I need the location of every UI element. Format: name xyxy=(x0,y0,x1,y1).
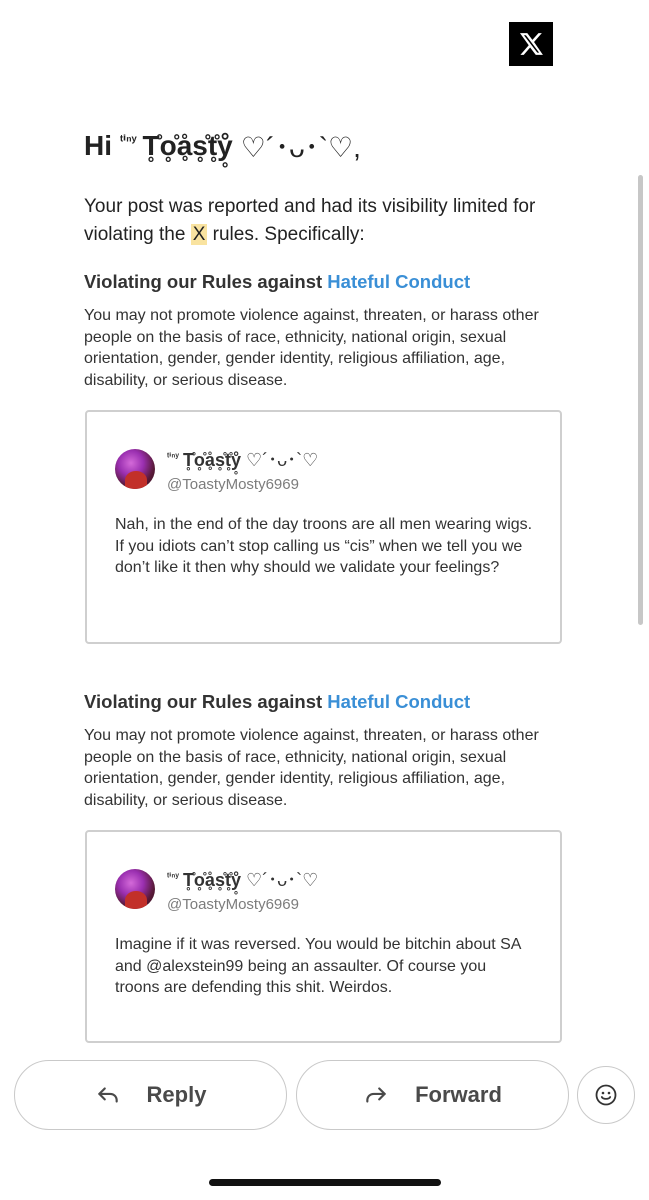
hateful-conduct-link[interactable]: Hateful Conduct xyxy=(327,691,470,712)
x-logo-icon xyxy=(509,22,553,66)
x-logo-glyph xyxy=(519,33,543,55)
violation-title-prefix: Violating our Rules against xyxy=(84,691,328,712)
greeting-name-sup: ᵗⁱⁿʸ xyxy=(120,132,137,148)
post-author-sup: ᵗⁱⁿʸ xyxy=(167,872,179,883)
intro-text: Your post was reported and had its visib… xyxy=(84,193,574,249)
post-body: Imagine if it was reversed. You would be… xyxy=(115,936,521,996)
greeting-heading: Hi ᵗⁱⁿʸ T̥̊o̥̊ḁ̊s̥̊t̥̊ẙ̥ ♡´･ᴗ･`♡, xyxy=(84,118,604,174)
post-author-handle: @ToastyMosty6969 xyxy=(167,896,299,913)
emoji-reaction-button[interactable] xyxy=(577,1066,635,1124)
violation-title: Violating our Rules against Hateful Cond… xyxy=(84,271,604,293)
forward-label: Forward xyxy=(415,1082,502,1107)
violation-title: Violating our Rules against Hateful Cond… xyxy=(84,691,604,713)
reply-button[interactable]: Reply xyxy=(14,1060,287,1130)
scrollbar[interactable] xyxy=(638,175,643,625)
reply-arrow-icon xyxy=(97,1087,118,1103)
smiley-icon xyxy=(595,1084,617,1106)
greeting-name: ᵗⁱⁿʸ T̥̊o̥̊ḁ̊s̥̊t̥̊ẙ̥ xyxy=(120,130,233,162)
forward-arrow-icon xyxy=(366,1087,386,1103)
avatar xyxy=(115,869,155,909)
post-author-handle: @ToastyMosty6969 xyxy=(167,476,299,493)
rule-description: You may not promote violence against, th… xyxy=(84,307,539,389)
reported-post-card[interactable]: ᵗⁱⁿʸ T̥̊o̥̊ḁ̊s̥̊t̥̊ẙ̥ ♡´･ᴗ･`♡ @ToastyMost… xyxy=(85,830,562,1043)
greeting-hi: Hi xyxy=(84,130,112,161)
forward-button[interactable]: Forward xyxy=(296,1060,569,1130)
post-author-text: T̥̊o̥̊ḁ̊s̥̊t̥̊ẙ̥ xyxy=(182,870,241,890)
avatar xyxy=(115,449,155,489)
post-author-text: T̥̊o̥̊ḁ̊s̥̊t̥̊ẙ̥ xyxy=(182,450,241,470)
post-author-name: ᵗⁱⁿʸ T̥̊o̥̊ḁ̊s̥̊t̥̊ẙ̥ ♡´･ᴗ･`♡ xyxy=(167,866,318,892)
hateful-conduct-link[interactable]: Hateful Conduct xyxy=(327,271,470,292)
intro-after: rules. Specifically: xyxy=(207,224,365,245)
intro-x-highlight: X xyxy=(190,224,208,245)
greeting-name-text: T̥̊o̥̊ḁ̊s̥̊t̥̊ẙ̥ xyxy=(142,130,233,161)
rule-description: You may not promote violence against, th… xyxy=(84,727,539,809)
violation-title-prefix: Violating our Rules against xyxy=(84,271,328,292)
post-author-hearts: ♡´･ᴗ･`♡ xyxy=(245,450,319,470)
greeting-hearts: ♡´･ᴗ･`♡, xyxy=(240,132,361,163)
post-author-name: ᵗⁱⁿʸ T̥̊o̥̊ḁ̊s̥̊t̥̊ẙ̥ ♡´･ᴗ･`♡ xyxy=(167,446,318,472)
post-author-sup: ᵗⁱⁿʸ xyxy=(167,452,179,463)
reported-post-card[interactable]: ᵗⁱⁿʸ T̥̊o̥̊ḁ̊s̥̊t̥̊ẙ̥ ♡´･ᴗ･`♡ @ToastyMost… xyxy=(85,410,562,644)
reply-label: Reply xyxy=(146,1082,207,1107)
home-indicator[interactable] xyxy=(209,1179,441,1186)
post-body: Nah, in the end of the day troons are al… xyxy=(115,516,533,576)
post-author-hearts: ♡´･ᴗ･`♡ xyxy=(245,870,319,890)
